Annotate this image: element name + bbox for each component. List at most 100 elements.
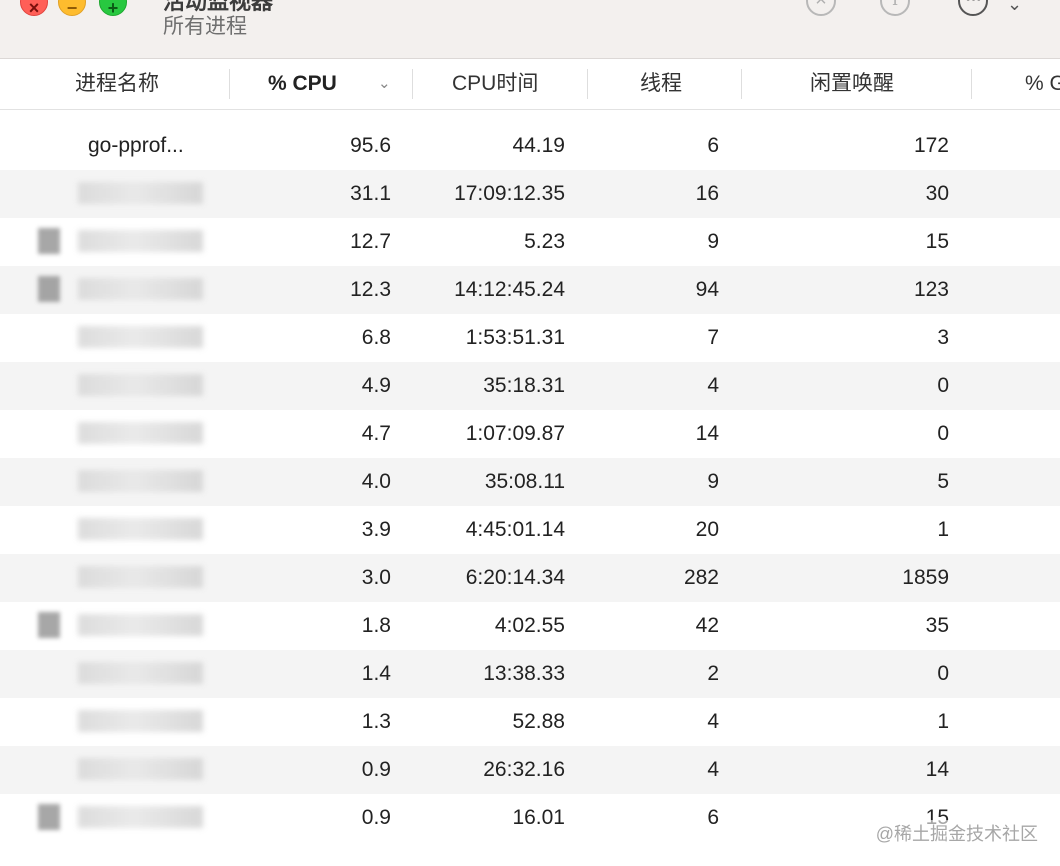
cpu-time-cell: 4:45:01.14 [465, 518, 565, 541]
idle-wakeups-cell: 1 [937, 518, 949, 541]
title-bar: × − + 活动监视器 所有进程 × i ••• ⌄ [0, 0, 1060, 59]
column-divider[interactable] [741, 69, 742, 99]
cpu-time-cell: 5.23 [524, 230, 565, 253]
cpu-percent-cell: 1.3 [361, 710, 391, 733]
minimize-window-button[interactable]: − [58, 0, 86, 18]
cpu-time-cell: 26:32.16 [483, 758, 565, 781]
threads-cell: 42 [695, 614, 719, 637]
table-row[interactable]: 6.8 1:53:51.31 7 3 [0, 314, 1060, 362]
redacted-process-name [78, 806, 203, 828]
chevron-down-icon[interactable]: ⌄ [1007, 0, 1022, 15]
table-row[interactable]: 31.1 17:09:12.35 16 30 [0, 170, 1060, 218]
zoom-icon: + [107, 0, 119, 18]
table-row[interactable]: 1.8 4:02.55 42 35 [0, 602, 1060, 650]
idle-wakeups-cell: 172 [913, 134, 949, 157]
cpu-time-cell: 35:08.11 [484, 470, 565, 493]
process-name-cell: go-pprof... [88, 134, 184, 157]
idle-wakeups-cell: 5 [937, 470, 949, 493]
redacted-process-name [78, 182, 203, 204]
redacted-process-name [78, 230, 203, 252]
idle-wakeups-cell: 123 [913, 278, 949, 301]
idle-wakeups-cell: 0 [937, 374, 949, 397]
threads-cell: 14 [695, 422, 719, 445]
cpu-percent-cell: 31.1 [350, 182, 391, 205]
table-row[interactable]: 12.7 5.23 9 15 [0, 218, 1060, 266]
cpu-percent-cell: 0.9 [361, 806, 391, 829]
cpu-percent-cell: 3.0 [361, 566, 391, 589]
zoom-window-button[interactable]: + [99, 0, 127, 18]
redacted-process-name [78, 710, 203, 732]
cpu-percent-cell: 12.3 [350, 278, 391, 301]
idle-wakeups-cell: 1 [937, 710, 949, 733]
column-divider[interactable] [587, 69, 588, 99]
info-icon[interactable]: i [880, 0, 910, 16]
threads-cell: 4 [707, 374, 719, 397]
redacted-process-name [78, 278, 203, 300]
table-row[interactable]: 1.3 52.88 4 1 [0, 698, 1060, 746]
threads-cell: 20 [695, 518, 719, 541]
cpu-time-cell: 14:12:45.24 [454, 278, 565, 301]
redacted-process-name [78, 326, 203, 348]
cpu-percent-cell: 95.6 [350, 134, 391, 157]
more-actions-icon[interactable]: ••• [958, 0, 988, 16]
cpu-time-cell: 17:09:12.35 [454, 182, 565, 205]
cpu-percent-cell: 4.9 [361, 374, 391, 397]
cpu-percent-cell: 1.8 [361, 614, 391, 637]
cpu-percent-cell: 4.7 [361, 422, 391, 445]
column-divider[interactable] [971, 69, 972, 99]
threads-cell: 7 [707, 326, 719, 349]
table-row[interactable]: go-pprof... 95.6 44.19 6 172 [0, 122, 1060, 170]
redacted-process-name [78, 662, 203, 684]
table-row[interactable]: 3.9 4:45:01.14 20 1 [0, 506, 1060, 554]
threads-cell: 4 [707, 710, 719, 733]
minimize-icon: − [66, 0, 78, 18]
cpu-percent-cell: 6.8 [361, 326, 391, 349]
cpu-time-cell: 1:53:51.31 [465, 326, 565, 349]
cpu-time-cell: 13:38.33 [483, 662, 565, 685]
column-divider[interactable] [412, 69, 413, 99]
idle-wakeups-cell: 15 [925, 230, 949, 253]
close-window-button[interactable]: × [20, 0, 48, 18]
redacted-process-name [78, 374, 203, 396]
table-row[interactable]: 12.3 14:12:45.24 94 123 [0, 266, 1060, 314]
cpu-time-cell: 1:07:09.87 [465, 422, 565, 445]
column-header-cpu[interactable]: % CPU [268, 59, 337, 109]
close-icon: × [28, 0, 40, 18]
stop-process-icon[interactable]: × [806, 0, 836, 16]
redacted-process-name [78, 518, 203, 540]
table-row[interactable]: 4.0 35:08.11 9 5 [0, 458, 1060, 506]
table-row[interactable]: 4.7 1:07:09.87 14 0 [0, 410, 1060, 458]
cpu-percent-cell: 12.7 [350, 230, 391, 253]
table-row[interactable]: 4.9 35:18.31 4 0 [0, 362, 1060, 410]
cpu-time-cell: 52.88 [512, 710, 565, 733]
column-header-idle-wakeups[interactable]: 闲置唤醒 [810, 59, 894, 109]
cpu-time-cell: 6:20:14.34 [465, 566, 565, 589]
column-header-threads[interactable]: 线程 [640, 59, 682, 109]
redacted-process-name [78, 758, 203, 780]
cpu-percent-cell: 1.4 [361, 662, 391, 685]
process-table: go-pprof... 95.6 44.19 6 172 31.1 17:09:12.35 1… [0, 122, 1060, 842]
column-header-gpu[interactable]: % G [1025, 59, 1060, 109]
threads-cell: 16 [695, 182, 719, 205]
idle-wakeups-cell: 35 [925, 614, 949, 637]
cpu-time-cell: 4:02.55 [494, 614, 565, 637]
idle-wakeups-cell: 3 [937, 326, 949, 349]
watermark: @稀土掘金技术社区 [875, 820, 1038, 846]
table-row[interactable]: 3.0 6:20:14.34 282 1859 [0, 554, 1060, 602]
threads-cell: 282 [683, 566, 719, 589]
idle-wakeups-cell: 14 [925, 758, 949, 781]
threads-cell: 9 [707, 230, 719, 253]
column-header-process-name[interactable]: 进程名称 [75, 59, 159, 109]
threads-cell: 94 [695, 278, 719, 301]
column-divider[interactable] [229, 69, 230, 99]
table-row[interactable]: 1.4 13:38.33 2 0 [0, 650, 1060, 698]
redacted-process-name [78, 614, 203, 636]
cpu-percent-cell: 3.9 [361, 518, 391, 541]
table-row[interactable]: 0.9 26:32.16 4 14 [0, 746, 1060, 794]
window-subtitle: 所有进程 [163, 15, 247, 38]
app-icon [38, 612, 60, 638]
column-header-cpu-time[interactable]: CPU时间 [452, 59, 538, 109]
cpu-time-cell: 35:18.31 [483, 374, 565, 397]
redacted-process-name [78, 566, 203, 588]
sort-descending-icon[interactable]: ⌄ [378, 59, 391, 109]
